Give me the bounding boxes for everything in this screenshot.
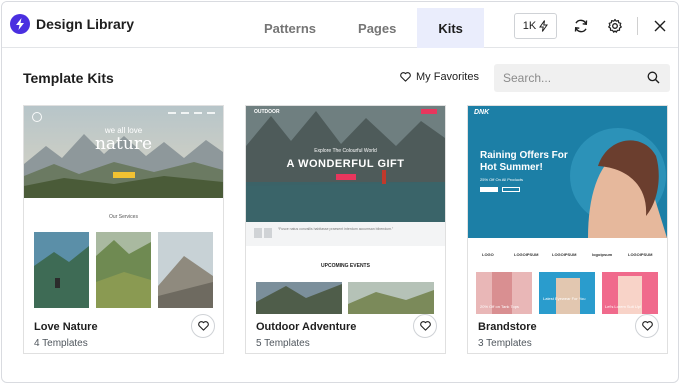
preview-product-label: Latest Eyewear For You bbox=[543, 296, 586, 301]
kit-name: Outdoor Adventure bbox=[256, 321, 357, 333]
search-input[interactable] bbox=[494, 64, 634, 92]
heart-icon bbox=[197, 321, 209, 331]
kit-footer: Brandstore 3 Templates bbox=[468, 314, 667, 353]
kit-template-count: 3 Templates bbox=[478, 338, 532, 349]
favorite-button[interactable] bbox=[413, 314, 437, 338]
bolt-icon bbox=[539, 20, 549, 32]
refresh-icon bbox=[573, 18, 589, 34]
kit-template-count: 5 Templates bbox=[256, 338, 310, 349]
preview-kicker: Explore The Colourful World bbox=[314, 148, 377, 154]
preview-logo: DNK bbox=[474, 109, 490, 116]
preview-events-heading: UPCOMING EVENTS bbox=[321, 263, 370, 269]
my-favorites-label: My Favorites bbox=[416, 71, 479, 83]
design-library-window: Design Library Patterns Pages Kits 1K Te… bbox=[1, 1, 679, 383]
favorite-button[interactable] bbox=[191, 314, 215, 338]
kit-card-brandstore[interactable]: DNK Raining Offers For Hot Summer! 25% O… bbox=[467, 105, 668, 354]
kit-name: Love Nature bbox=[34, 321, 98, 333]
brand: Design Library bbox=[10, 14, 134, 34]
kit-card-love-nature[interactable]: we all love nature Our Services Love Nat… bbox=[23, 105, 224, 354]
adventure-preview-art bbox=[246, 106, 445, 314]
preview-brand-logo: LOGO bbox=[482, 252, 494, 257]
app-title: Design Library bbox=[36, 16, 135, 32]
gear-icon bbox=[607, 18, 623, 34]
library-tabs: Patterns Pages Kits bbox=[243, 8, 484, 48]
my-favorites-link[interactable]: My Favorites bbox=[400, 71, 479, 83]
kit-preview-brandstore[interactable]: DNK Raining Offers For Hot Summer! 25% O… bbox=[468, 106, 667, 314]
preview-hero-button bbox=[336, 174, 356, 180]
preview-headline: A WONDERFUL GIFT bbox=[286, 158, 405, 170]
preview-more-button bbox=[502, 187, 520, 192]
heart-icon bbox=[400, 72, 411, 82]
preview-services-heading: Our Services bbox=[109, 214, 138, 220]
kit-card-outdoor-adventure[interactable]: OUTDOOR Explore The Colourful World A WO… bbox=[245, 105, 446, 354]
tab-patterns[interactable]: Patterns bbox=[243, 8, 337, 48]
kit-template-count: 4 Templates bbox=[34, 338, 88, 349]
preview-quote: “Fusce natus convallis habitasse praesen… bbox=[278, 227, 394, 231]
tab-kits[interactable]: Kits bbox=[417, 8, 484, 48]
header-divider bbox=[637, 17, 638, 35]
design-counter-button[interactable]: 1K bbox=[514, 13, 557, 39]
heart-icon bbox=[641, 321, 653, 331]
preview-nav-button bbox=[421, 109, 437, 114]
preview-brand-logo: LOGOIPSUM bbox=[514, 252, 539, 257]
tab-pages[interactable]: Pages bbox=[337, 8, 417, 48]
kit-footer: Outdoor Adventure 5 Templates bbox=[246, 314, 445, 353]
kit-name: Brandstore bbox=[478, 321, 537, 333]
brandstore-preview-art bbox=[468, 106, 667, 314]
kit-footer: Love Nature 4 Templates bbox=[24, 314, 223, 353]
close-button[interactable] bbox=[650, 16, 670, 36]
header-bar: Design Library Patterns Pages Kits 1K bbox=[2, 2, 678, 48]
preview-brand-logo: LOGOIPSUM bbox=[552, 252, 577, 257]
preview-hero-line2: nature bbox=[94, 134, 153, 154]
preview-product-label: 20% Off on Tank Tops bbox=[480, 304, 519, 309]
section-title: Template Kits bbox=[23, 70, 114, 86]
design-library-logo-icon bbox=[10, 14, 30, 34]
counter-label: 1K bbox=[522, 20, 537, 32]
preview-brand-logo: logoipsum bbox=[592, 252, 613, 257]
settings-button[interactable] bbox=[605, 16, 625, 36]
favorite-button[interactable] bbox=[635, 314, 659, 338]
search-box bbox=[494, 64, 670, 92]
preview-offer: 25% Off On All Products bbox=[480, 177, 524, 182]
kit-preview-love-nature[interactable]: we all love nature Our Services bbox=[24, 106, 223, 314]
preview-brand-logo: LOGOIPSUM bbox=[628, 252, 653, 257]
heart-icon bbox=[419, 321, 431, 331]
refresh-button[interactable] bbox=[571, 16, 591, 36]
close-icon bbox=[654, 20, 666, 32]
kit-preview-outdoor-adventure[interactable]: OUTDOOR Explore The Colourful World A WO… bbox=[246, 106, 445, 314]
preview-nav-dots bbox=[168, 112, 215, 114]
preview-product-label: Let's Lorem Suit Up! bbox=[605, 304, 642, 309]
preview-hero-button bbox=[113, 172, 135, 178]
preview-logo-icon bbox=[32, 112, 42, 122]
preview-headline-line2: Hot Summer! bbox=[480, 162, 543, 173]
preview-shop-button bbox=[480, 187, 498, 192]
search-icon[interactable] bbox=[647, 71, 660, 89]
preview-logo: OUTDOOR bbox=[254, 109, 280, 115]
preview-headline-line1: Raining Offers For bbox=[480, 150, 568, 161]
header-actions: 1K bbox=[514, 13, 670, 39]
